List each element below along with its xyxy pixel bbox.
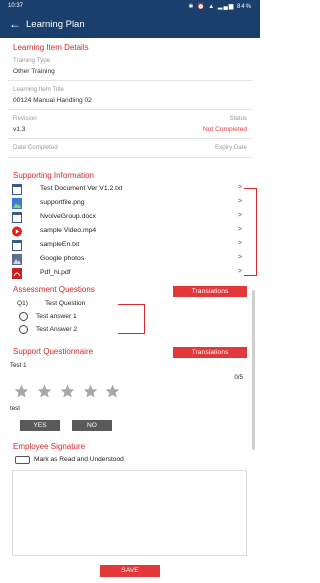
file-row[interactable]: Test Document Ver V1.2.txt > [12, 183, 242, 197]
mark-read-checkbox[interactable] [15, 456, 30, 464]
rating-count: 0/5 [234, 374, 243, 381]
learning-item-details-heading: Learning Item Details [13, 43, 89, 52]
page-title: Learning Plan [26, 19, 85, 30]
highlight-bracket [244, 188, 257, 276]
status-icons: ✱ ⏰ ▲ ▂▄▆ 84% [188, 4, 252, 10]
support-questionnaire-heading: Support Questionnaire [13, 347, 94, 356]
star-icon[interactable] [105, 384, 120, 398]
file-row[interactable]: Pdf_hi.pdf > [12, 267, 242, 281]
training-type-label: Training Type [13, 57, 51, 64]
document-icon [12, 184, 22, 195]
revision-label: Revision [13, 115, 37, 122]
questionnaire-item-label: test [10, 405, 20, 412]
questionnaire-item-label: Test 1 [10, 362, 27, 369]
file-name: sampleEn.txt [40, 241, 80, 248]
chevron-right-icon: > [237, 254, 242, 261]
question-text: Test Question [45, 300, 86, 307]
star-icon[interactable] [37, 384, 52, 398]
answer-label: Test answer 1 [36, 313, 77, 320]
divider [8, 138, 252, 139]
learning-item-title-value: 00124 Manual Handling 02 [13, 97, 92, 104]
answer-label: Test Answer 2 [36, 326, 78, 333]
file-name: sample Video.mp4 [40, 227, 97, 234]
status-bar: 10:37 ✱ ⏰ ▲ ▂▄▆ 84% [0, 0, 260, 12]
chevron-right-icon: > [237, 268, 242, 275]
training-type-value: Other Training [13, 68, 55, 75]
file-row[interactable]: supportfile.png > [12, 197, 242, 211]
date-completed-label: Date Completed [13, 144, 58, 151]
file-row[interactable]: NvolveGroup.docx > [12, 211, 242, 225]
star-icon[interactable] [83, 384, 98, 398]
image-icon [12, 254, 22, 265]
chevron-right-icon: > [237, 198, 242, 205]
back-arrow-icon[interactable]: ← [9, 17, 21, 31]
chevron-right-icon: > [237, 212, 242, 219]
question-number: Q1) [17, 300, 28, 307]
chevron-right-icon: > [237, 226, 242, 233]
divider [8, 80, 252, 81]
assessment-questions-heading: Assessment Questions [13, 285, 95, 294]
answer-radio[interactable] [19, 325, 28, 334]
signature-pad[interactable] [12, 470, 247, 556]
status-label: Status [229, 115, 247, 122]
scrollbar[interactable] [252, 290, 255, 450]
answer-radio[interactable] [19, 312, 28, 321]
file-name: Pdf_hi.pdf [40, 269, 71, 276]
file-name: Google photos [40, 255, 85, 262]
highlight-bracket [118, 304, 145, 334]
chevron-right-icon: > [237, 240, 242, 247]
star-icon[interactable] [14, 384, 29, 398]
document-icon [12, 240, 22, 251]
app-bar: ← Learning Plan [0, 12, 260, 38]
star-icon[interactable] [60, 384, 75, 398]
revision-value: v1.3 [13, 126, 26, 133]
file-name: supportfile.png [40, 199, 85, 206]
divider [8, 157, 252, 158]
mark-read-label: Mark as Read and Understood [34, 456, 124, 463]
status-value: Not Completed [203, 126, 247, 133]
translations-button[interactable]: Translations [173, 286, 247, 297]
save-button[interactable]: SAVE [100, 565, 160, 577]
yes-button[interactable]: YES [20, 420, 60, 431]
clock: 10:37 [8, 3, 24, 9]
divider [8, 109, 252, 110]
document-icon [12, 212, 22, 223]
video-play-icon [12, 226, 22, 237]
image-icon [12, 198, 22, 209]
pdf-icon [12, 268, 22, 279]
expiry-date-label: Expiry Date [215, 144, 247, 151]
translations-button[interactable]: Translations [173, 347, 247, 358]
file-row[interactable]: sample Video.mp4 > [12, 225, 242, 239]
supporting-information-heading: Supporting Information [13, 171, 94, 180]
chevron-right-icon: > [237, 184, 242, 191]
file-name: NvolveGroup.docx [40, 213, 96, 220]
learning-item-title-label: Learning Item Title [13, 86, 64, 93]
file-row[interactable]: Google photos > [12, 253, 242, 267]
no-button[interactable]: NO [72, 420, 112, 431]
employee-signature-heading: Employee Signature [13, 442, 86, 451]
file-name: Test Document Ver V1.2.txt [40, 185, 123, 192]
file-row[interactable]: sampleEn.txt > [12, 239, 242, 253]
